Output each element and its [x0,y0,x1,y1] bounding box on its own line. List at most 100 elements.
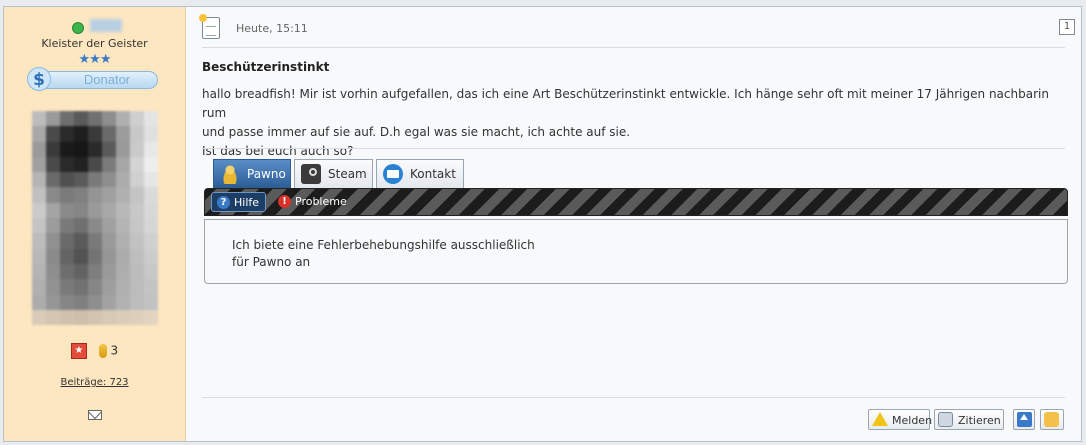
avatar-pixel [88,202,102,219]
avatar-pixel [60,248,74,264]
avatar-pixel [102,294,116,310]
avatar-pixel [130,202,144,219]
awards: ★ 3 [4,343,185,359]
avatar-pixel [60,294,74,310]
avatar-pixel [88,156,102,173]
avatar-pixel [46,126,60,142]
avatar-pixel [46,309,60,326]
avatar-pixel [88,126,102,142]
avatar-pixel [88,141,102,157]
avatar-pixel [60,218,74,234]
avatar-pixel [60,233,74,249]
avatar-pixel [74,309,88,326]
signature-divider [202,148,1065,149]
avatar-pixel [144,172,158,188]
avatar-pixel [46,218,60,234]
steam-icon [301,164,321,184]
avatar-pixel [102,202,116,219]
new-post-icon [199,14,220,39]
avatar-pixel [88,111,102,127]
avatar-pixel [116,218,130,234]
divider [202,397,1065,398]
forum-post: Kleister der Geister ★★★ $ Donator ★ 3 B… [3,6,1082,442]
avatar-pixel [130,111,144,127]
avatar-pixel [60,263,74,280]
avatar-pixel [116,156,130,173]
panel-line: für Pawno an [232,255,311,269]
post-count-link[interactable]: Beiträge: 723 [4,377,185,388]
avatar-pixel [74,294,88,310]
avatar-pixel [116,126,130,142]
avatar-pixel [130,248,144,264]
avatar-pixel [130,294,144,310]
subtab-hilfe[interactable]: ? Hilfe [211,192,266,212]
private-message-icon[interactable] [88,410,102,420]
avatar-pixel [144,141,158,157]
subtab-label: Probleme [295,195,347,208]
avatar-pixel [60,309,74,326]
tab-panel: Ich biete eine Fehlerbehebungshilfe auss… [204,219,1068,284]
avatar-pixel [130,233,144,249]
avatar-pixel [116,187,130,203]
avatar-pixel [88,279,102,295]
avatar-pixel [116,309,130,326]
avatar[interactable] [32,111,158,326]
avatar-pixel [46,279,60,295]
quote-button[interactable]: Zitieren [934,409,1004,430]
subtab-bar: ? Hilfe ! Probleme [204,188,1068,216]
avatar-pixel [32,263,46,280]
report-label: Melden [892,414,933,427]
avatar-pixel [88,172,102,188]
avatar-pixel [32,218,46,234]
avatar-pixel [116,202,130,219]
post-number-link[interactable]: 1 [1059,19,1075,35]
avatar-pixel [116,172,130,188]
online-status-icon [72,22,84,34]
avatar-pixel [88,294,102,310]
post-time: Heute, 15:11 [236,22,308,35]
avatar-pixel [32,202,46,219]
avatar-pixel [74,248,88,264]
username-link[interactable] [90,19,122,32]
avatar-pixel [32,111,46,127]
avatar-pixel [74,218,88,234]
avatar-pixel [144,126,158,142]
avatar-pixel [46,263,60,280]
avatar-pixel [102,309,116,326]
avatar-pixel [116,279,130,295]
award-medal-icon[interactable] [98,344,107,358]
award-count: 3 [110,343,119,358]
tab-kontakt[interactable]: Kontakt [376,159,464,188]
like-button[interactable] [1040,409,1064,430]
scroll-top-button[interactable] [1013,409,1035,430]
warning-icon [872,412,888,426]
avatar-pixel [74,172,88,188]
quote-label: Zitieren [958,414,1001,427]
avatar-pixel [102,172,116,188]
award-star-icon[interactable]: ★ [70,343,87,359]
avatar-pixel [144,233,158,249]
divider [202,47,1065,48]
donator-label: Donator [83,72,131,87]
avatar-pixel [102,126,116,142]
tab-steam[interactable]: Steam [294,159,373,188]
avatar-pixel [102,233,116,249]
avatar-pixel [74,187,88,203]
user-rank: Kleister der Geister [41,37,148,50]
avatar-pixel [60,126,74,142]
avatar-pixel [46,111,60,127]
avatar-pixel [74,233,88,249]
tab-label: Pawno [247,167,286,181]
avatar-pixel [60,141,74,157]
report-button[interactable]: Melden [868,409,933,430]
tab-pawno[interactable]: Pawno [213,159,291,188]
avatar-pixel [46,156,60,173]
avatar-pixel [74,279,88,295]
avatar-pixel [144,156,158,173]
avatar-pixel [144,309,158,326]
panel-line: Ich biete eine Fehlerbehebungshilfe auss… [232,238,535,252]
avatar-pixel [74,141,88,157]
avatar-pixel [32,279,46,295]
avatar-pixel [102,111,116,127]
subtab-probleme[interactable]: ! Probleme [273,192,347,212]
